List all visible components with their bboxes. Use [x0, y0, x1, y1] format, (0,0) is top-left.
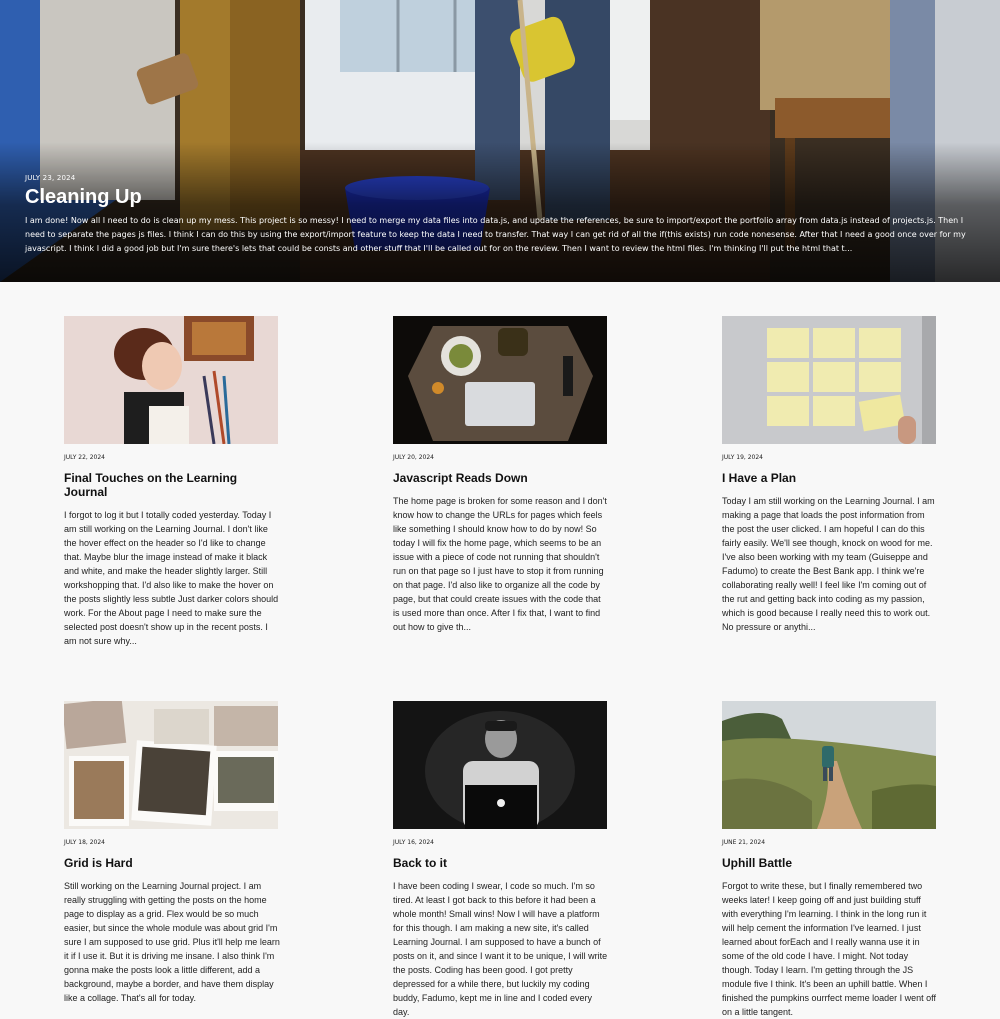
post-title[interactable]: Javascript Reads Down: [393, 471, 609, 485]
post-excerpt: Today I am still working on the Learning…: [722, 496, 935, 632]
post-card[interactable]: JULY 16, 2024 Back to it I have been cod…: [393, 701, 609, 1019]
post-card[interactable]: JULY 19, 2024 I Have a Plan Today I am s…: [722, 316, 938, 634]
post-title[interactable]: Back to it: [393, 856, 609, 870]
hero-content: JULY 23, 2024 Cleaning Up I am done! Now…: [25, 174, 980, 256]
post-date: JULY 19, 2024: [722, 454, 763, 461]
post-card[interactable]: JULY 18, 2024 Grid is Hard Still working…: [64, 701, 280, 1005]
post-image[interactable]: [393, 316, 607, 444]
post-image[interactable]: [64, 316, 278, 444]
post-excerpt: Still working on the Learning Journal pr…: [64, 881, 280, 1003]
post-card[interactable]: JULY 22, 2024 Final Touches on the Learn…: [64, 316, 280, 648]
post-card[interactable]: JUNE 21, 2024 Uphill Battle Forgot to wr…: [722, 701, 938, 1019]
hero-date: JULY 23, 2024: [25, 174, 76, 182]
hero-title[interactable]: Cleaning Up: [25, 186, 980, 209]
post-title[interactable]: Grid is Hard: [64, 856, 280, 870]
post-card[interactable]: JULY 20, 2024 Javascript Reads Down The …: [393, 316, 609, 634]
post-title[interactable]: Uphill Battle: [722, 856, 938, 870]
hero-featured-post[interactable]: JULY 23, 2024 Cleaning Up I am done! Now…: [0, 0, 1000, 282]
hero-excerpt: I am done! Now all I need to do is clean…: [25, 216, 966, 253]
post-excerpt: Forgot to write these, but I finally rem…: [722, 881, 936, 1017]
post-image[interactable]: [64, 701, 278, 829]
post-date: JULY 16, 2024: [393, 839, 434, 846]
post-date: JUNE 21, 2024: [722, 839, 766, 846]
post-image[interactable]: [393, 701, 607, 829]
post-excerpt: I have been coding I swear, I code so mu…: [393, 881, 608, 1017]
post-excerpt: The home page is broken for some reason …: [393, 496, 607, 632]
post-image[interactable]: [722, 316, 936, 444]
post-title[interactable]: Final Touches on the Learning Journal: [64, 471, 280, 499]
post-image[interactable]: [722, 701, 936, 829]
post-excerpt: I forgot to log it but I totally coded y…: [64, 510, 279, 646]
post-title[interactable]: I Have a Plan: [722, 471, 938, 485]
post-date: JULY 22, 2024: [64, 454, 105, 461]
post-date: JULY 20, 2024: [393, 454, 434, 461]
post-date: JULY 18, 2024: [64, 839, 105, 846]
